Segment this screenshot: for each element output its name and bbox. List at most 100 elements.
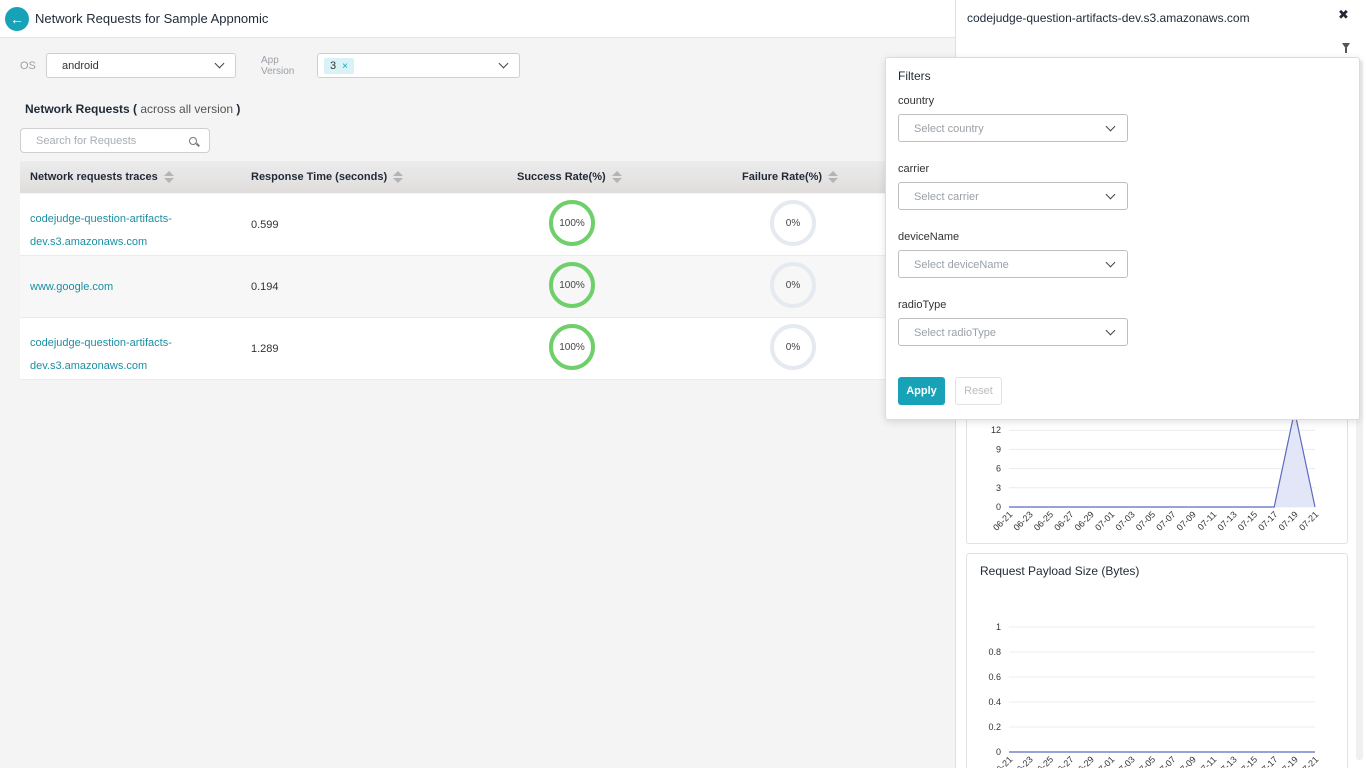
- x-tick-label: 07-17: [1256, 509, 1279, 532]
- close-icon[interactable]: ✖: [1338, 7, 1349, 23]
- x-tick-label: 07-07: [1154, 754, 1177, 768]
- trace-link-line1: www.google.com: [30, 281, 114, 293]
- filter-icon[interactable]: [1342, 43, 1350, 53]
- failure-rate-ring: 0%: [770, 262, 816, 308]
- x-tick-label: 07-07: [1154, 509, 1177, 532]
- y-tick-label: 0.2: [988, 722, 1001, 732]
- y-tick-label: 9: [996, 444, 1001, 454]
- device-name-label: deviceName: [898, 231, 960, 243]
- x-tick-label: 06-27: [1052, 754, 1075, 768]
- x-tick-label: 07-11: [1196, 754, 1219, 768]
- table-row[interactable]: codejudge-question-artifacts- dev.s3.ama…: [20, 194, 890, 256]
- sort-icon[interactable]: [611, 171, 622, 184]
- device-name-placeholder: Select deviceName: [914, 259, 1009, 271]
- y-tick-label: 0.6: [988, 672, 1001, 682]
- success-rate-ring: 100%: [549, 324, 595, 370]
- table-row[interactable]: www.google.com 0.194 100% 0%: [20, 256, 890, 318]
- success-rate-ring: 100%: [549, 262, 595, 308]
- carrier-select[interactable]: Select carrier: [898, 182, 1128, 210]
- chevron-down-icon: [1105, 325, 1116, 336]
- column-header-response-time[interactable]: Response Time (seconds): [251, 171, 404, 184]
- filters-popup: Filters country Select country carrier S…: [885, 57, 1360, 420]
- response-time-value: 0.194: [251, 281, 279, 293]
- sort-icon[interactable]: [393, 171, 404, 184]
- response-time-value: 1.289: [251, 343, 279, 355]
- x-tick-label: 07-09: [1175, 509, 1198, 532]
- x-tick-label: 07-01: [1093, 754, 1116, 768]
- trace-link[interactable]: www.google.com: [30, 276, 220, 299]
- x-tick-label: 07-13: [1215, 754, 1238, 768]
- device-name-select[interactable]: Select deviceName: [898, 250, 1128, 278]
- y-tick-label: 0.4: [988, 697, 1001, 707]
- carrier-label: carrier: [898, 163, 930, 175]
- country-label: country: [898, 95, 935, 107]
- x-tick-label: 06-23: [1011, 509, 1034, 532]
- x-tick-label: 07-21: [1297, 509, 1320, 532]
- back-arrow-icon[interactable]: ←: [5, 7, 29, 31]
- y-tick-label: 6: [996, 464, 1001, 474]
- country-select[interactable]: Select country: [898, 114, 1128, 142]
- x-tick-label: 06-23: [1011, 754, 1034, 768]
- os-select[interactable]: android: [46, 53, 236, 78]
- sort-icon[interactable]: [163, 171, 174, 184]
- x-tick-label: 07-17: [1256, 754, 1279, 768]
- section-title: Network Requests ( across all version ): [25, 102, 240, 116]
- carrier-placeholder: Select carrier: [914, 191, 979, 203]
- y-tick-label: 3: [996, 483, 1001, 493]
- trace-link[interactable]: codejudge-question-artifacts- dev.s3.ama…: [30, 208, 220, 254]
- chevron-down-icon: [498, 58, 509, 69]
- page-title: Network Requests for Sample Appnomic: [35, 11, 269, 26]
- failure-rate-ring: 0%: [770, 200, 816, 246]
- trace-link-line2: dev.s3.amazonaws.com: [30, 360, 148, 372]
- x-tick-label: 06-21: [991, 754, 1014, 768]
- column-header-failure-rate[interactable]: Failure Rate(%): [742, 171, 839, 184]
- x-tick-label: 07-21: [1297, 754, 1320, 768]
- app-version-tag: 3 ×: [324, 58, 354, 74]
- os-select-value: android: [62, 60, 99, 72]
- chevron-down-icon: [1105, 121, 1116, 132]
- column-header-traces[interactable]: Network requests traces: [30, 171, 174, 184]
- country-placeholder: Select country: [914, 123, 984, 135]
- x-tick-label: 06-21: [991, 509, 1014, 532]
- app-version-select[interactable]: 3 ×: [317, 53, 520, 78]
- radio-type-select[interactable]: Select radioType: [898, 318, 1128, 346]
- search-input[interactable]: Search for Requests: [20, 128, 210, 153]
- section-title-main: Network Requests (: [25, 102, 138, 116]
- x-tick-label: 07-05: [1134, 754, 1157, 768]
- series-line: [1009, 410, 1316, 508]
- search-placeholder: Search for Requests: [36, 135, 137, 147]
- x-tick-label: 06-27: [1052, 509, 1075, 532]
- tag-remove-icon[interactable]: ×: [342, 61, 348, 72]
- x-tick-label: 07-15: [1236, 509, 1259, 532]
- x-tick-label: 07-03: [1113, 754, 1136, 768]
- x-tick-label: 06-25: [1032, 509, 1055, 532]
- section-title-sub: across all version: [140, 102, 234, 116]
- trace-link-line1: codejudge-question-artifacts-: [30, 337, 172, 349]
- trace-link-line1: codejudge-question-artifacts-: [30, 213, 172, 225]
- table-row[interactable]: codejudge-question-artifacts- dev.s3.ama…: [20, 318, 890, 380]
- x-tick-label: 07-11: [1196, 509, 1219, 532]
- trace-link-line2: dev.s3.amazonaws.com: [30, 236, 148, 248]
- x-tick-label: 07-15: [1236, 754, 1259, 768]
- x-tick-label: 07-09: [1175, 754, 1198, 768]
- x-tick-label: 06-25: [1032, 754, 1055, 768]
- y-tick-label: 0.8: [988, 647, 1001, 657]
- trace-link[interactable]: codejudge-question-artifacts- dev.s3.ama…: [30, 332, 220, 378]
- reset-button[interactable]: Reset: [955, 377, 1002, 405]
- apply-button[interactable]: Apply: [898, 377, 945, 405]
- failure-rate-ring: 0%: [770, 324, 816, 370]
- radio-type-placeholder: Select radioType: [914, 327, 996, 339]
- search-icon[interactable]: [189, 137, 197, 145]
- chevron-down-icon: [214, 58, 225, 69]
- panel-title: codejudge-question-artifacts-dev.s3.amaz…: [967, 11, 1250, 25]
- x-tick-label: 07-13: [1215, 509, 1238, 532]
- x-tick-label: 07-03: [1113, 509, 1136, 532]
- sort-icon[interactable]: [828, 171, 839, 184]
- os-label: OS: [20, 60, 36, 72]
- column-header-success-rate[interactable]: Success Rate(%): [517, 171, 622, 184]
- payload-size-chart: 00.20.40.60.8106-2106-2306-2506-2706-290…: [988, 622, 1320, 768]
- x-tick-label: 07-19: [1277, 509, 1300, 532]
- x-tick-label: 06-29: [1073, 509, 1096, 532]
- radio-type-label: radioType: [898, 299, 947, 311]
- response-time-value: 0.599: [251, 219, 279, 231]
